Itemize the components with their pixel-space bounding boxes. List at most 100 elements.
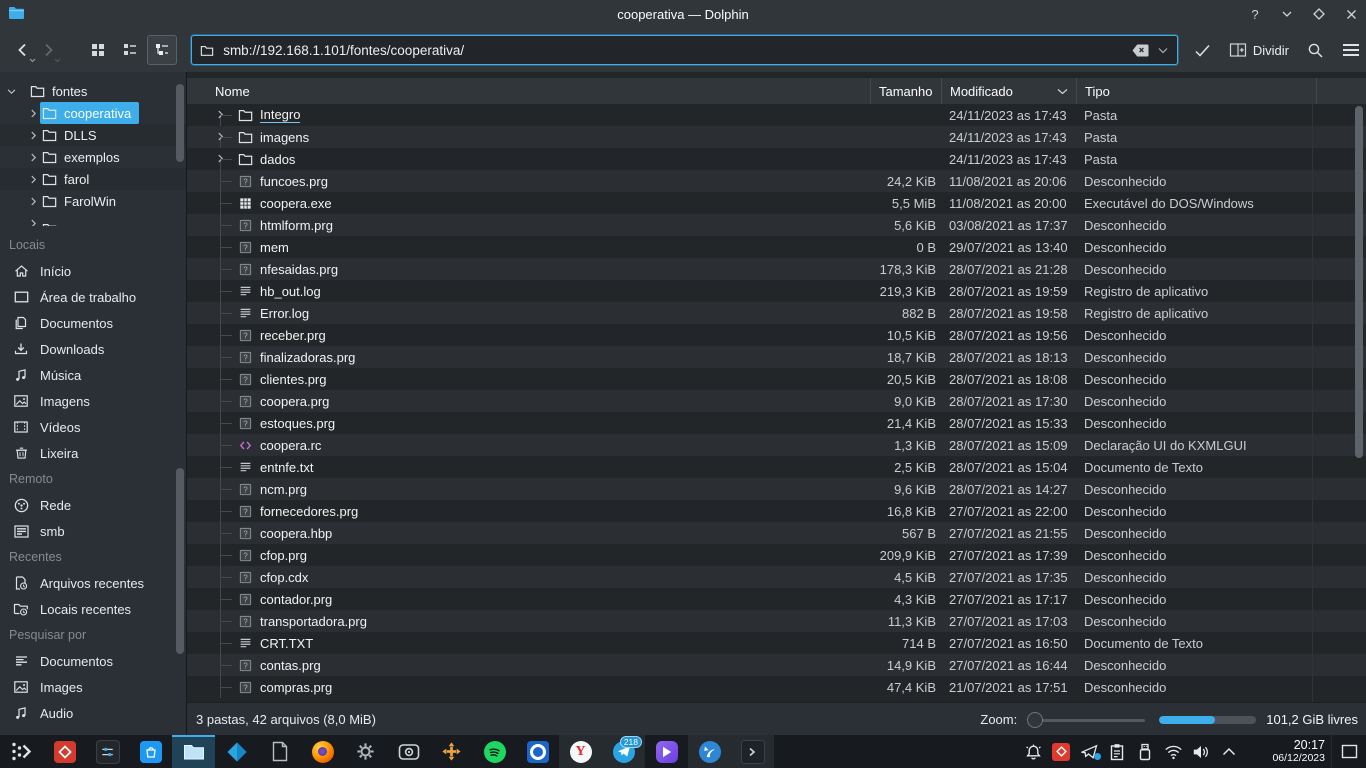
split-view-button[interactable]: Dividir [1223, 35, 1295, 65]
location-bar[interactable] [191, 35, 1178, 65]
file-name[interactable]: dados [260, 152, 295, 167]
table-row[interactable]: ? fornecedores.prg 16,8 KiB 27/07/2021 a… [187, 500, 1366, 522]
taskbar-firefox[interactable] [301, 735, 344, 768]
chevron-right-icon[interactable] [26, 174, 40, 185]
sidebar-item-downloads[interactable]: Downloads [0, 336, 174, 362]
location-dropdown-icon[interactable] [1153, 39, 1173, 61]
taskbar-app-launcher[interactable] [0, 735, 43, 768]
sidebar-item-documentos[interactable]: Documentos [0, 648, 174, 674]
column-header-type[interactable]: Tipo [1076, 78, 1316, 104]
tree-item[interactable]: cooperativa [0, 102, 186, 124]
maximize-button[interactable] [1310, 5, 1328, 23]
file-name[interactable]: CRT.TXT [260, 636, 313, 651]
sidebar-item-imagens[interactable]: Imagens [0, 388, 174, 414]
table-row[interactable]: Error.log 882 B 28/07/2021 as 19:58 Regi… [187, 302, 1366, 324]
taskbar-telegram[interactable]: 218 [602, 735, 645, 768]
sidebar-item-images[interactable]: Images [0, 674, 174, 700]
table-row[interactable]: dados 24/11/2023 as 17:43 Pasta [187, 148, 1366, 170]
search-button[interactable] [1301, 35, 1330, 65]
sidebar-item-v-deos[interactable]: Vídeos [0, 414, 174, 440]
titlebar[interactable]: cooperativa — Dolphin ? [0, 0, 1366, 28]
taskbar-blue-k-app[interactable] [688, 735, 731, 768]
chevron-right-icon[interactable] [215, 109, 237, 120]
sidebar-item-lixeira[interactable]: Lixeira [0, 440, 174, 466]
clock[interactable]: 20:17 06/12/2023 [1251, 739, 1325, 763]
tree-item-root[interactable]: fontes [0, 80, 186, 102]
file-name[interactable]: compras.prg [260, 680, 332, 695]
table-row[interactable]: ? ncm.prg 9,6 KiB 28/07/2021 as 14:27 De… [187, 478, 1366, 500]
taskbar-yandex-browser[interactable]: Y [559, 735, 602, 768]
tree-item[interactable]: exemplos [0, 146, 186, 168]
anydesk-tray-icon[interactable] [1047, 735, 1075, 768]
table-row[interactable]: entnfe.txt 2,5 KiB 28/07/2021 as 15:04 D… [187, 456, 1366, 478]
taskbar-purple-player[interactable] [645, 735, 688, 768]
back-button[interactable] [10, 35, 36, 65]
taskbar-webcam-app[interactable] [387, 735, 430, 768]
table-row[interactable]: Integro 24/11/2023 as 17:43 Pasta [187, 104, 1366, 126]
help-button[interactable]: ? [1246, 5, 1264, 23]
table-row[interactable]: ? compras.prg 47,4 KiB 21/07/2021 as 17:… [187, 676, 1366, 698]
folders-tree-scrollbar[interactable] [176, 84, 184, 162]
file-name[interactable]: receber.prg [260, 328, 326, 343]
sidebar-item-smb[interactable]: smb [0, 518, 174, 544]
chevron-right-icon[interactable] [26, 152, 40, 163]
table-row[interactable]: ? contas.prg 14,9 KiB 27/07/2021 as 16:4… [187, 654, 1366, 676]
chevron-down-icon[interactable] [4, 86, 18, 97]
show-desktop-button[interactable] [1331, 735, 1366, 768]
tree-item[interactable]: FarolWin [0, 190, 186, 212]
column-header-name[interactable]: Nome [187, 78, 870, 104]
file-name[interactable]: coopera.exe [260, 196, 332, 211]
table-row[interactable]: imagens 24/11/2023 as 17:43 Pasta [187, 126, 1366, 148]
notifications-bell-icon[interactable] [1019, 735, 1047, 768]
volume-icon[interactable] [1187, 735, 1215, 768]
table-row[interactable]: hb_out.log 219,3 KiB 28/07/2021 as 19:59… [187, 280, 1366, 302]
taskbar-kodi[interactable] [215, 735, 258, 768]
taskbar-anydesk[interactable] [43, 735, 86, 768]
sidebar-item-arquivos-recentes[interactable]: Arquivos recentes [0, 570, 174, 596]
taskbar-spotify[interactable] [473, 735, 516, 768]
file-name[interactable]: cfop.prg [260, 548, 307, 563]
file-name[interactable]: Integro [260, 107, 301, 123]
telegram-tray-icon[interactable] [1075, 735, 1103, 768]
usb-device-icon[interactable] [1131, 735, 1159, 768]
table-row[interactable]: ? contador.prg 4,3 KiB 27/07/2021 as 17:… [187, 588, 1366, 610]
file-name[interactable]: finalizadoras.prg [260, 350, 355, 365]
taskbar-tweaks[interactable] [86, 735, 129, 768]
column-header-size[interactable]: Tamanho [870, 78, 941, 104]
file-name[interactable]: transportadora.prg [260, 614, 367, 629]
file-name[interactable]: coopera.hbp [260, 526, 332, 541]
taskbar-dolphin[interactable] [172, 735, 215, 768]
file-name[interactable]: ncm.prg [260, 482, 307, 497]
table-row[interactable]: ? nfesaidas.prg 178,3 KiB 28/07/2021 as … [187, 258, 1366, 280]
location-input[interactable] [221, 41, 1129, 59]
sidebar-item-documentos[interactable]: Documentos [0, 310, 174, 336]
file-name[interactable]: imagens [260, 130, 309, 145]
file-name[interactable]: mem [260, 240, 289, 255]
icons-view-button[interactable] [83, 35, 113, 65]
file-name[interactable]: contador.prg [260, 592, 332, 607]
wifi-icon[interactable] [1159, 735, 1187, 768]
chevron-right-icon[interactable] [215, 131, 237, 142]
tree-item[interactable]: DLLS [0, 124, 186, 146]
compact-view-button[interactable] [115, 35, 145, 65]
zoom-slider-handle[interactable] [1027, 711, 1044, 728]
view-scrollbar-thumb[interactable] [1355, 106, 1363, 458]
table-row[interactable]: coopera.exe 5,5 MiB 11/08/2021 as 20:00 … [187, 192, 1366, 214]
table-row[interactable]: ? cfop.prg 209,9 KiB 27/07/2021 as 17:39… [187, 544, 1366, 566]
tree-item[interactable]: farol [0, 168, 186, 190]
places-scrollbar[interactable] [176, 468, 184, 654]
table-row[interactable]: ? funcoes.prg 24,2 KiB 11/08/2021 as 20:… [187, 170, 1366, 192]
chevron-right-icon[interactable] [26, 196, 40, 207]
apply-location-button[interactable] [1188, 35, 1217, 65]
sidebar-item-rede[interactable]: Rede [0, 492, 174, 518]
table-row[interactable]: ? cfop.cdx 4,5 KiB 27/07/2021 as 17:35 D… [187, 566, 1366, 588]
table-row[interactable]: coopera.rc 1,3 KiB 28/07/2021 as 15:09 D… [187, 434, 1366, 456]
file-name[interactable]: funcoes.prg [260, 174, 328, 189]
table-row[interactable]: CRT.TXT 714 B 27/07/2021 as 16:50 Docume… [187, 632, 1366, 654]
file-name[interactable]: htmlform.prg [260, 218, 333, 233]
sidebar-item-m-sica[interactable]: Música [0, 362, 174, 388]
file-name[interactable]: entnfe.txt [260, 460, 313, 475]
table-row[interactable]: ? finalizadoras.prg 18,7 KiB 28/07/2021 … [187, 346, 1366, 368]
table-row[interactable]: ? estoques.prg 21,4 KiB 28/07/2021 as 15… [187, 412, 1366, 434]
table-row[interactable]: ? coopera.hbp 567 B 27/07/2021 as 21:55 … [187, 522, 1366, 544]
